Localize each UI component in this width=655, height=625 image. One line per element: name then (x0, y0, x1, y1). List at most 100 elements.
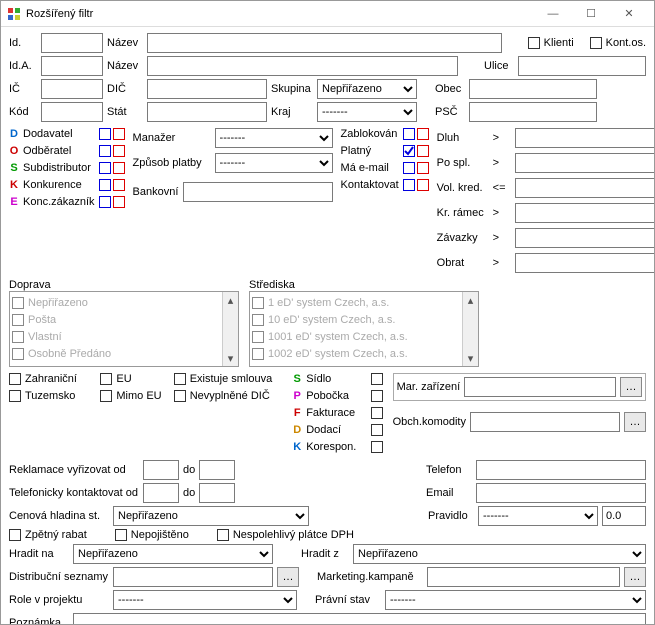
poznamka-input[interactable] (73, 613, 646, 624)
konczakaznik-check[interactable] (99, 196, 125, 208)
nazev2-label: Název (107, 60, 143, 72)
mimoeu-check[interactable] (100, 390, 112, 402)
gt2: > (493, 157, 511, 169)
pobocka-check[interactable] (371, 390, 383, 402)
gt1: > (493, 132, 511, 144)
nepoj-check[interactable] (115, 529, 127, 541)
krramec-input[interactable] (515, 203, 654, 223)
amounts-col: Dluh> Po spl.> Vol. kred.<= Kr. rámec> Z… (437, 128, 654, 276)
stat-input[interactable] (147, 102, 267, 122)
distrib-input[interactable] (113, 567, 273, 587)
maximize-button[interactable]: ☐ (572, 2, 610, 26)
nespol-check[interactable] (217, 529, 229, 541)
komodity-input[interactable] (470, 412, 620, 432)
komodity-browse[interactable]: … (624, 412, 646, 432)
nazev-input[interactable] (147, 33, 502, 53)
hraditna-select[interactable]: Nepřiřazeno (73, 544, 273, 564)
existuje-check[interactable] (174, 373, 186, 385)
cenova-select[interactable]: Nepřiřazeno (113, 506, 309, 526)
marketing-browse[interactable]: … (624, 567, 646, 587)
minimize-button[interactable]: — (534, 2, 572, 26)
dic-input[interactable] (147, 79, 267, 99)
zahranicni-check[interactable] (9, 373, 21, 385)
nevypl-check[interactable] (174, 390, 186, 402)
fakturace-check[interactable] (371, 407, 383, 419)
cenova-label: Cenová hladina st. (9, 510, 109, 522)
kraj-select[interactable]: ------- (317, 102, 417, 122)
obec-input[interactable] (469, 79, 597, 99)
ulice-input[interactable] (518, 56, 646, 76)
marzarizeni-label: Mar. zařízení (397, 381, 461, 393)
titlebar: Rozšířený filtr — ☐ ✕ (1, 1, 654, 27)
maemail-check[interactable] (403, 162, 429, 174)
zpusob-select[interactable]: ------- (215, 153, 333, 173)
volkred-label: Vol. kred. (437, 182, 489, 194)
marketing-label: Marketing.kampaně (317, 571, 423, 583)
ida-label: Id.A. (9, 60, 37, 72)
reklamace-label: Reklamace vyřizovat od (9, 464, 139, 476)
distrib-browse[interactable]: … (277, 567, 299, 587)
marzarizeni-browse[interactable]: … (620, 377, 642, 397)
dluh-input[interactable] (515, 128, 654, 148)
pospl-input[interactable] (515, 153, 654, 173)
komodity-label: Obch.komodity (393, 416, 466, 428)
tuzemsko-check[interactable] (9, 390, 21, 402)
zpusob-label: Způsob platby (133, 157, 211, 169)
sidlo-check[interactable] (371, 373, 383, 385)
scrollbar[interactable]: ▴▾ (222, 292, 238, 366)
obec-label: Obec (435, 83, 465, 95)
dodavatel-check[interactable] (99, 128, 125, 140)
doprava-label: Doprava (9, 279, 51, 291)
pravidlo-select[interactable]: ------- (478, 506, 598, 526)
telefon-input[interactable] (476, 460, 646, 480)
kontaktovat-check[interactable] (403, 179, 429, 191)
bankovni-label: Bankovní (133, 186, 179, 198)
telkon-od[interactable] (143, 483, 179, 503)
kontos-checkbox[interactable] (590, 37, 602, 49)
nevypl-label: Nevyplněné DIČ (190, 390, 270, 402)
strediska-list[interactable]: 1 eD' system Czech, a.s. 10 eD' system C… (249, 291, 479, 367)
pravidlo-num[interactable] (602, 506, 646, 526)
reklamace-od[interactable] (143, 460, 179, 480)
dodavatel-label: Dodavatel (23, 128, 95, 140)
dodaci-label: Dodací (306, 424, 366, 436)
hraditz-select[interactable]: Nepřiřazeno (353, 544, 646, 564)
psc-input[interactable] (469, 102, 597, 122)
reklamace-do[interactable] (199, 460, 235, 480)
pravni-select[interactable]: ------- (385, 590, 646, 610)
list-item: Osobně Předáno (28, 348, 111, 360)
odberatel-check[interactable] (99, 145, 125, 157)
gt4: > (493, 232, 511, 244)
ida-input[interactable] (41, 56, 103, 76)
doprava-list[interactable]: Nepřiřazeno Pošta Vlastní Osobně Předáno… (9, 291, 239, 367)
dodaci-check[interactable] (371, 424, 383, 436)
nazev2-input[interactable] (147, 56, 458, 76)
skupina-select[interactable]: Nepřiřazeno (317, 79, 417, 99)
subdistributor-check[interactable] (99, 162, 125, 174)
zablokovan-check[interactable] (403, 128, 429, 140)
zavazky-input[interactable] (515, 228, 654, 248)
konkurence-check[interactable] (99, 179, 125, 191)
kod-input[interactable] (41, 102, 103, 122)
volkred-input[interactable] (515, 178, 654, 198)
marketing-input[interactable] (427, 567, 620, 587)
ic-input[interactable] (41, 79, 103, 99)
marzarizeni-input[interactable] (464, 377, 616, 397)
content: Id. Název Klienti Kont.os. Id.A. Název U… (1, 27, 654, 624)
zpetny-check[interactable] (9, 529, 21, 541)
poznamka-label: Poznámka (9, 617, 69, 624)
maemail-label: Má e-mail (341, 162, 399, 174)
eu-check[interactable] (100, 373, 112, 385)
email-input[interactable] (476, 483, 646, 503)
obrat-input[interactable] (515, 253, 654, 273)
platny-check[interactable] (403, 145, 429, 157)
id-input[interactable] (41, 33, 103, 53)
korespon-check[interactable] (371, 441, 383, 453)
telkon-do[interactable] (199, 483, 235, 503)
manazer-select[interactable]: ------- (215, 128, 333, 148)
bankovni-input[interactable] (183, 182, 333, 202)
close-button[interactable]: ✕ (610, 2, 648, 26)
role-select[interactable]: ------- (113, 590, 297, 610)
scrollbar[interactable]: ▴▾ (462, 292, 478, 366)
klienti-checkbox[interactable] (528, 37, 540, 49)
